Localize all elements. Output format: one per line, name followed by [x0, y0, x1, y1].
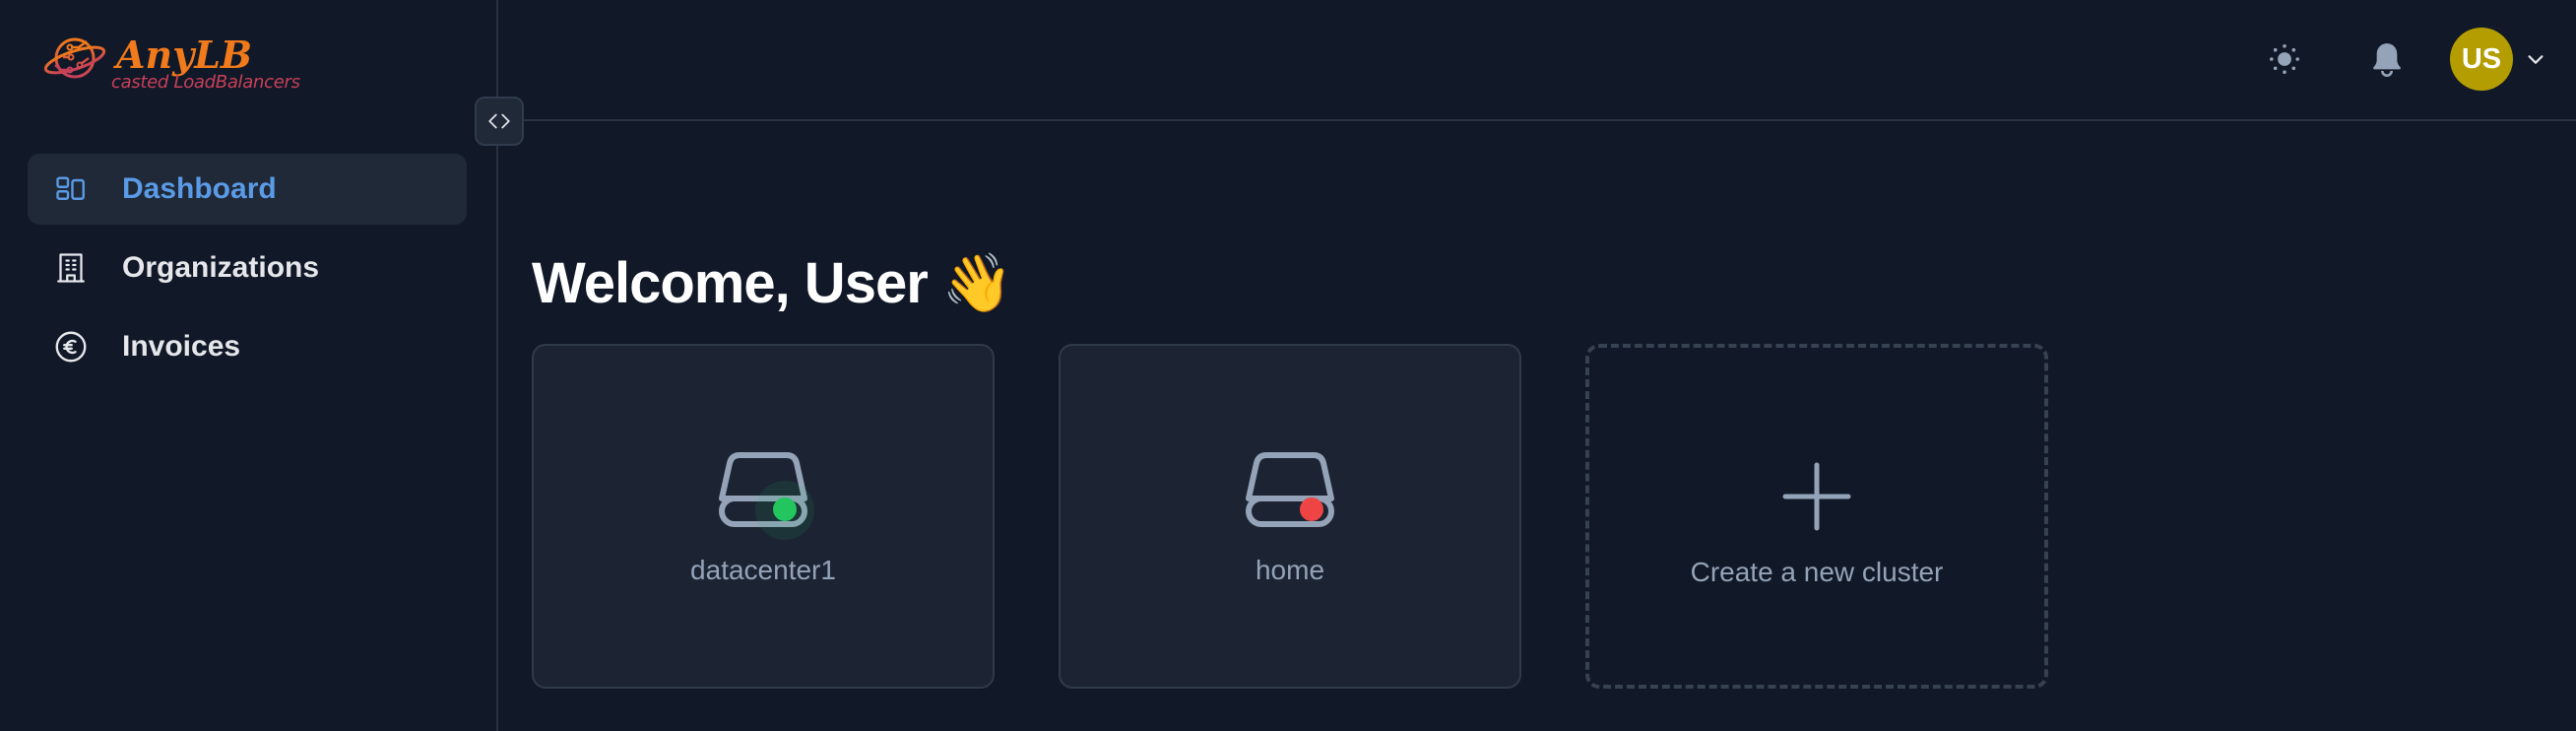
create-cluster-card[interactable]: Create a new cluster: [1585, 344, 2048, 689]
sidebar-item-invoices[interactable]: Invoices: [28, 311, 467, 382]
sun-icon: [2270, 44, 2299, 74]
header-divider: [498, 119, 2576, 121]
cluster-name: home: [1255, 555, 1325, 585]
app-tagline: casted LoadBalancers: [111, 72, 300, 93]
user-initials: US: [2461, 42, 2502, 75]
building-icon: [53, 250, 89, 286]
user-menu-button[interactable]: [2524, 47, 2547, 71]
sidebar-item-label: Dashboard: [122, 172, 277, 205]
plus-icon-wrap: [1782, 462, 1851, 531]
currency-euro-icon: [53, 329, 89, 365]
hard-drive-icon: [1246, 452, 1334, 527]
sidebar-item-label: Invoices: [122, 330, 241, 363]
sidebar-item-organizations[interactable]: Organizations: [28, 233, 467, 303]
plus-icon: [1782, 462, 1851, 531]
chevron-down-icon: [2528, 55, 2544, 64]
status-online-indicator: [773, 498, 797, 521]
cluster-name: datacenter1: [690, 555, 836, 585]
bell-icon: [2373, 43, 2401, 77]
status-offline-indicator: [1300, 498, 1323, 521]
logo[interactable]: AnyLB casted LoadBalancers: [43, 33, 300, 97]
cluster-drive: [718, 451, 814, 540]
code-brackets-icon: [488, 113, 510, 129]
user-avatar[interactable]: US: [2450, 28, 2513, 91]
cluster-drive: [1245, 451, 1335, 530]
sidebar-item-dashboard[interactable]: Dashboard: [28, 154, 467, 225]
app-name: AnyLB: [116, 33, 253, 77]
cluster-card[interactable]: home: [1059, 344, 1521, 689]
dashboard-icon: [53, 171, 89, 207]
cluster-card[interactable]: datacenter1: [532, 344, 995, 689]
notifications-button[interactable]: [2366, 37, 2408, 81]
sidebar-nav: Dashboard Organizations Invoices: [28, 154, 467, 390]
sidebar: AnyLB casted LoadBalancers Dashboard Org…: [0, 0, 498, 731]
theme-toggle-button[interactable]: [2265, 39, 2304, 79]
sidebar-toggle-button[interactable]: [475, 97, 524, 146]
welcome-heading: Welcome, User 👋: [532, 251, 1013, 315]
create-cluster-label: Create a new cluster: [1690, 557, 1944, 587]
sidebar-item-label: Organizations: [122, 251, 320, 284]
planet-logo-icon: [43, 37, 106, 79]
